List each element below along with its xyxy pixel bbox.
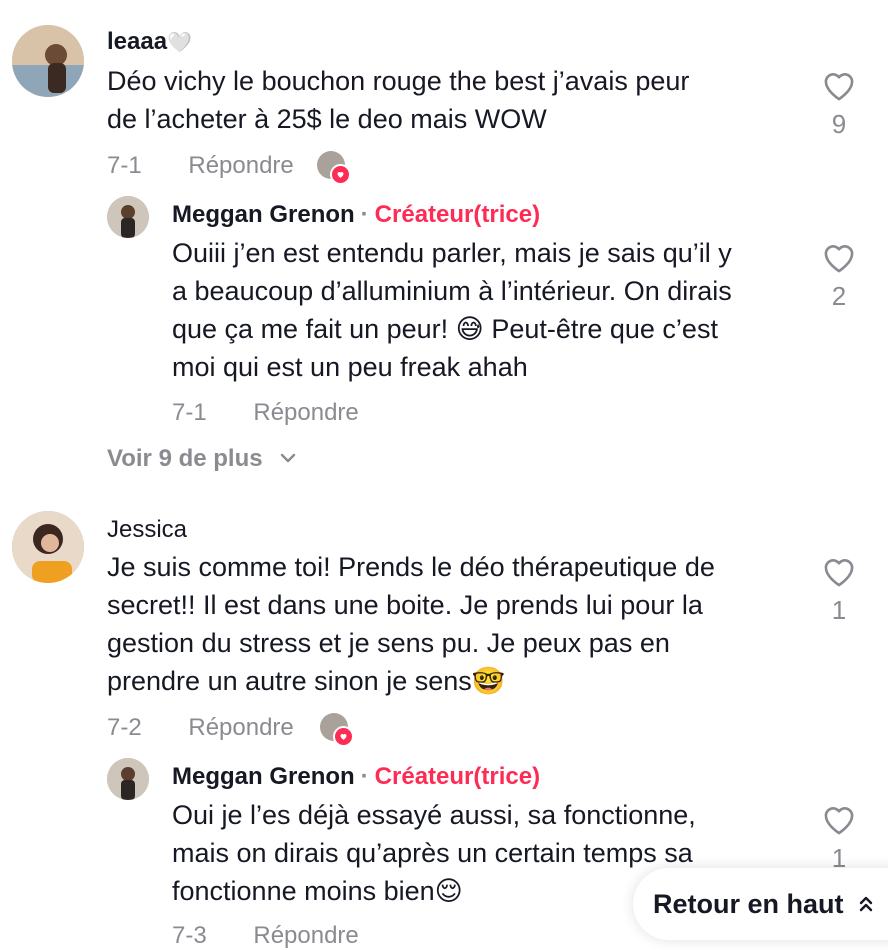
- back-to-top-button[interactable]: Retour en haut: [633, 868, 888, 940]
- comment-text: Déo vichy le bouchon rouge the best j’av…: [107, 62, 797, 138]
- reply-line: que ça me fait un peur! 😅 Peut-être que …: [172, 314, 718, 344]
- reply-date: 7-1: [172, 399, 207, 426]
- reply-username[interactable]: Meggan Grenon · Créateur(trice): [172, 201, 540, 229]
- reply-meta: 7-3 Répondre: [172, 922, 359, 950]
- avatar-image: [12, 25, 84, 97]
- username-text: Meggan Grenon: [172, 201, 355, 228]
- like-count: 9: [831, 109, 847, 139]
- view-more-label: Voir 9 de plus: [107, 445, 263, 472]
- reply-line: moi qui est un peu freak ahah: [172, 352, 528, 382]
- creator-badge: Créateur(trice): [374, 201, 541, 228]
- avatar-leaaa[interactable]: [12, 25, 84, 97]
- like-count: 1: [831, 595, 847, 625]
- comment-text: Je suis comme toi! Prends le déo thérape…: [107, 548, 797, 700]
- heart-outline-icon: [824, 73, 854, 101]
- avatar-image: [107, 758, 149, 800]
- like-button[interactable]: 9: [819, 70, 859, 140]
- reply-button[interactable]: Répondre: [253, 399, 358, 426]
- like-button[interactable]: 2: [819, 242, 859, 312]
- view-more-replies-button[interactable]: Voir 9 de plus: [107, 445, 297, 473]
- separator-dot: ·: [360, 201, 369, 228]
- reply-line: Ouiii j’en est entendu parler, mais je s…: [172, 238, 732, 268]
- reply-text: Ouiii j’en est entendu parler, mais je s…: [172, 234, 812, 386]
- like-count: 2: [831, 281, 847, 311]
- comment-username[interactable]: Jessica: [107, 516, 187, 544]
- heart-outline-icon: [824, 559, 854, 587]
- separator-dot: ·: [360, 763, 369, 790]
- chevron-down-icon: [281, 453, 296, 463]
- comment-line: gestion du stress et je sens pu. Je peux…: [107, 628, 670, 658]
- avatar-image: [12, 511, 84, 583]
- reply-line: fonctionne moins bien😌: [172, 876, 463, 906]
- avatar-jessica[interactable]: [12, 511, 84, 583]
- comment-date: 7-2: [107, 714, 142, 741]
- white-heart-emoji: 🤍: [167, 32, 192, 54]
- heart-badge-icon: [330, 164, 351, 185]
- comment-line: Déo vichy le bouchon rouge the best j’av…: [107, 66, 690, 96]
- creator-liked-avatar: [317, 151, 351, 185]
- reply-button[interactable]: Répondre: [188, 152, 293, 179]
- comment-meta: 7-1 Répondre: [107, 152, 294, 180]
- reply-meta: 7-1 Répondre: [172, 399, 359, 427]
- creator-liked-avatar: [320, 713, 354, 747]
- comment-line: prendre un autre sinon je sens🤓: [107, 666, 506, 696]
- comment-username[interactable]: leaaa🤍: [107, 28, 192, 56]
- avatar-meggan-grenon[interactable]: [107, 196, 149, 238]
- reply-button[interactable]: Répondre: [188, 714, 293, 741]
- comment-date: 7-1: [107, 152, 142, 179]
- like-button[interactable]: 1: [819, 804, 859, 874]
- reply-line: mais on dirais qu’après un certain temps…: [172, 838, 693, 868]
- comment-line: de l’acheter à 25$ le deo mais WOW: [107, 104, 547, 134]
- creator-badge: Créateur(trice): [374, 763, 541, 790]
- username-text: Jessica: [107, 516, 188, 543]
- heart-outline-icon: [824, 245, 854, 273]
- comment-line: secret!! Il est dans une boite. Je prend…: [107, 590, 703, 620]
- reply-line: Oui je l’es déjà essayé aussi, sa foncti…: [172, 800, 696, 830]
- comment-meta: 7-2 Répondre: [107, 714, 294, 742]
- like-button[interactable]: 1: [819, 556, 859, 626]
- reply-line: a beaucoup d’alluminium à l’intérieur. O…: [172, 276, 732, 306]
- double-chevron-up-icon: [859, 896, 872, 912]
- username-text: Meggan Grenon: [172, 763, 355, 790]
- avatar-image: [107, 196, 149, 238]
- comment-line: Je suis comme toi! Prends le déo thérape…: [107, 552, 715, 582]
- username-text: leaaa: [107, 28, 168, 55]
- heart-badge-icon: [333, 726, 354, 747]
- reply-username[interactable]: Meggan Grenon · Créateur(trice): [172, 763, 540, 791]
- heart-outline-icon: [824, 807, 854, 835]
- avatar-meggan-grenon[interactable]: [107, 758, 149, 800]
- back-to-top-label: Retour en haut: [653, 888, 844, 919]
